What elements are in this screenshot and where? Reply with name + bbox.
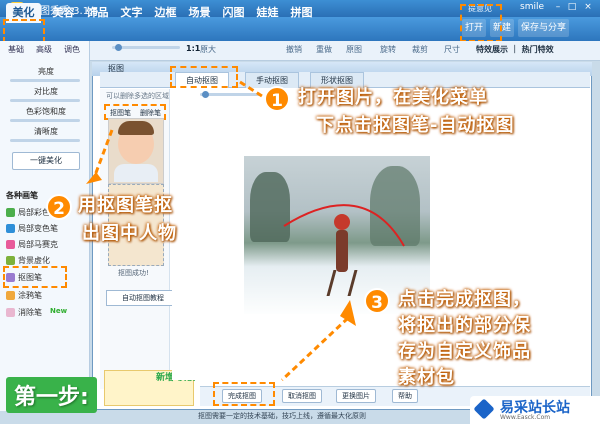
annotation-number-3: 3 (364, 288, 390, 314)
annotation-text-2a: 用抠图笔抠 (78, 195, 173, 216)
annotation-text-1b: 下点击抠图笔-自动抠图 (316, 115, 515, 136)
arrowhead-step2 (86, 172, 102, 184)
annotation-text-2b: 出图中人物 (82, 223, 177, 244)
annotation-text-1a: 打开图片，在美化菜单 (298, 87, 488, 108)
arrowhead-step3 (340, 300, 356, 326)
annotation-text-3d: 素材包 (398, 367, 455, 388)
annotation-text-3b: 将抠出的部分保 (398, 315, 531, 336)
arrow-step3 (280, 316, 350, 382)
annotation-text-3a: 点击完成抠图， (398, 289, 531, 310)
arrow-step1 (239, 80, 263, 98)
arrow-step2 (92, 129, 114, 179)
watermark-url: Www.Easck.Com (500, 414, 551, 421)
annotation-number-2: 2 (46, 194, 72, 220)
annotation-number-1: 1 (264, 86, 290, 112)
step-label: 第一步: (6, 377, 97, 413)
annotation-text-3c: 存为自定义饰品 (398, 341, 531, 362)
